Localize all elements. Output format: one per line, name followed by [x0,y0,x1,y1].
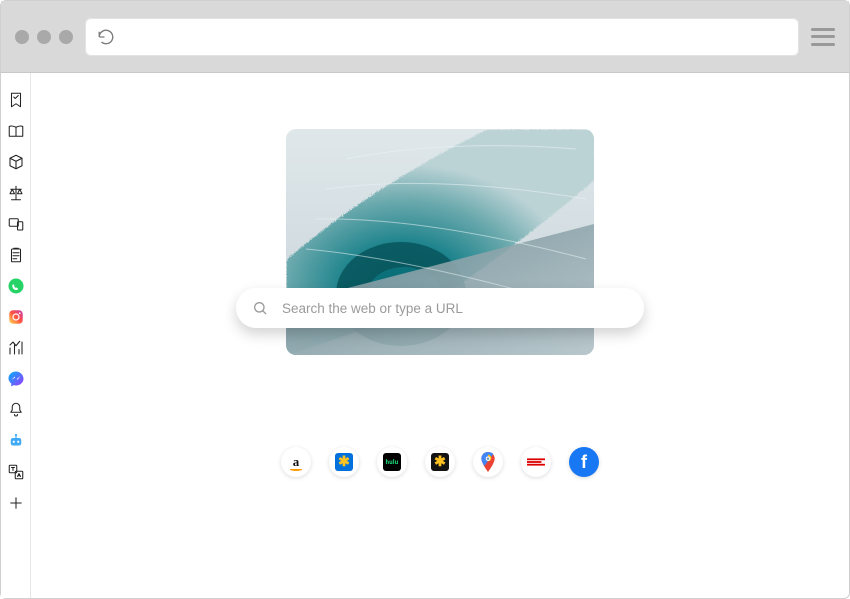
shortcut-walmart[interactable]: ✱ [329,447,359,477]
add-icon[interactable] [7,494,25,512]
package-icon[interactable] [7,153,25,171]
shortcut-espn[interactable] [521,447,551,477]
traffic-light-zoom[interactable] [59,30,73,44]
whatsapp-icon[interactable] [7,277,25,295]
shortcut-google-maps[interactable] [473,447,503,477]
shortcuts-row: a ✱ hulu ✱ f [281,447,599,477]
translate-icon[interactable] [7,463,25,481]
scale-icon[interactable] [7,184,25,202]
instagram-icon[interactable] [7,308,25,326]
shortcut-facebook[interactable]: f [569,447,599,477]
clipboard-icon[interactable] [7,246,25,264]
reload-icon[interactable] [97,28,115,46]
shortcut-walmart-alt[interactable]: ✱ [425,447,455,477]
stats-icon[interactable] [7,339,25,357]
address-bar[interactable] [85,18,799,56]
library-icon[interactable] [7,122,25,140]
traffic-light-close[interactable] [15,30,29,44]
sidebar [1,73,31,598]
shortcut-hulu[interactable]: hulu [377,447,407,477]
traffic-light-minimize[interactable] [37,30,51,44]
search-bar[interactable] [236,288,644,328]
search-icon [252,300,268,316]
menu-button[interactable] [811,27,835,47]
messenger-icon[interactable] [7,370,25,388]
bot-icon[interactable] [7,432,25,450]
window-controls [15,30,73,44]
devices-icon[interactable] [7,215,25,233]
bookmark-icon[interactable] [7,91,25,109]
url-input[interactable] [123,18,787,56]
search-input[interactable] [282,301,628,316]
shortcut-amazon[interactable]: a [281,447,311,477]
main-content: a ✱ hulu ✱ f [31,73,849,598]
bell-icon[interactable] [7,401,25,419]
titlebar [1,1,849,73]
